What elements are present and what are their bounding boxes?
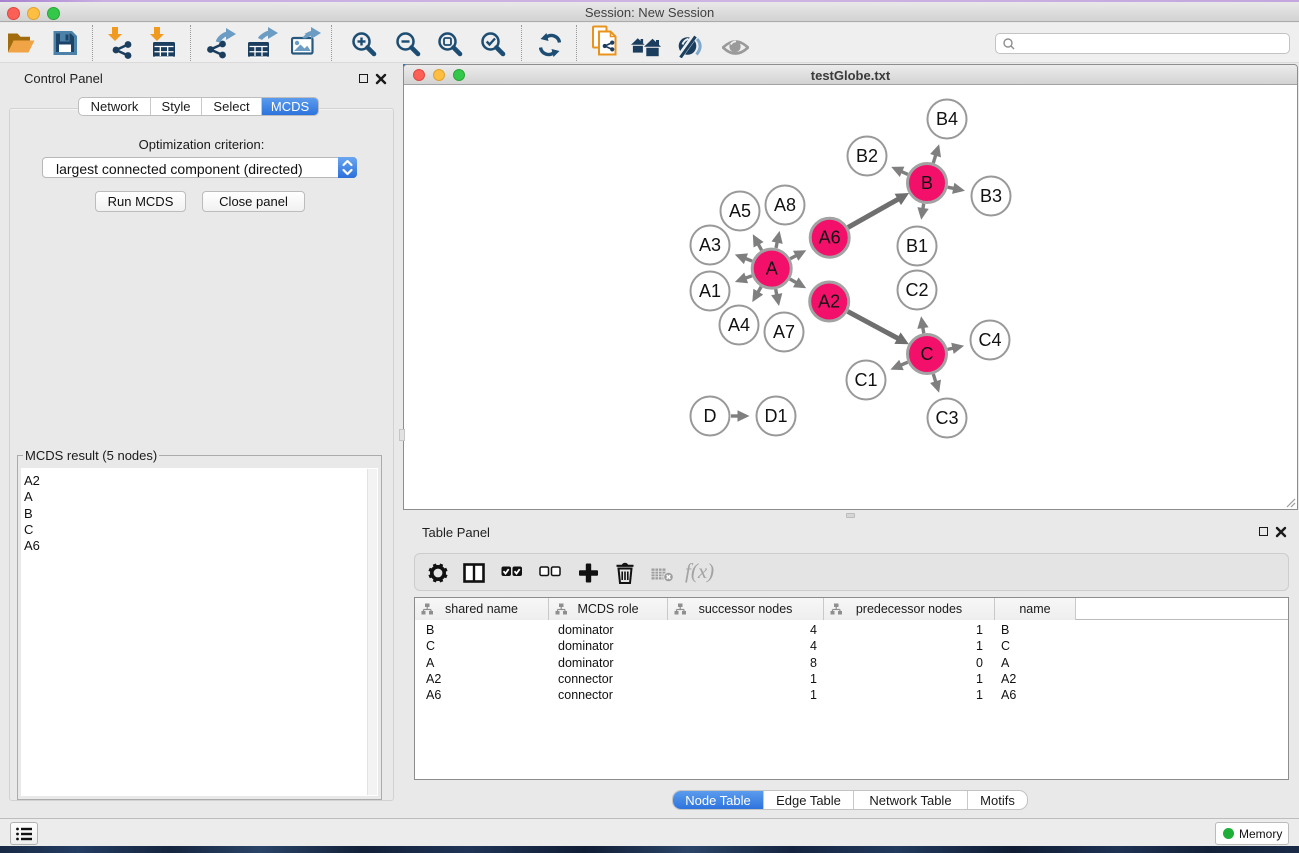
svg-text:A2: A2 (818, 292, 840, 312)
svg-text:D1: D1 (764, 406, 787, 426)
svg-text:C4: C4 (978, 330, 1001, 350)
svg-text:A7: A7 (773, 322, 795, 342)
svg-text:A1: A1 (699, 281, 721, 301)
svg-text:B: B (921, 173, 933, 193)
svg-text:B1: B1 (906, 236, 928, 256)
svg-text:A4: A4 (728, 315, 750, 335)
svg-text:A3: A3 (699, 235, 721, 255)
svg-text:A: A (766, 259, 778, 279)
svg-text:B2: B2 (856, 146, 878, 166)
svg-text:A6: A6 (819, 228, 841, 248)
svg-text:C1: C1 (854, 370, 877, 390)
svg-text:C2: C2 (905, 280, 928, 300)
svg-text:C3: C3 (935, 408, 958, 428)
svg-text:B4: B4 (936, 109, 958, 129)
svg-text:D: D (704, 406, 717, 426)
svg-text:B3: B3 (980, 186, 1002, 206)
svg-text:A8: A8 (774, 195, 796, 215)
svg-text:C: C (921, 344, 934, 364)
svg-text:A5: A5 (729, 201, 751, 221)
